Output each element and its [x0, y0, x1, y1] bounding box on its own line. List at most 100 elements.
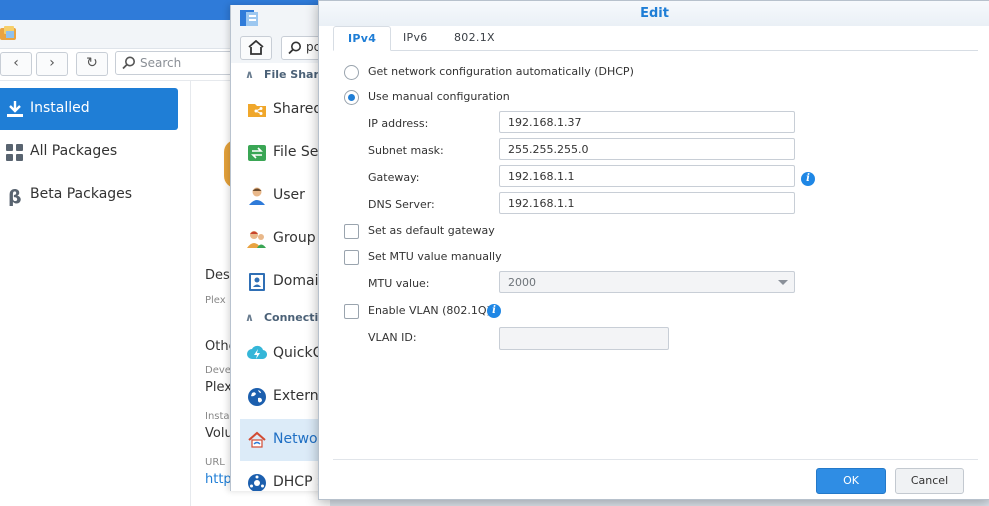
sidebar-item-installed[interactable]: Installed — [0, 88, 178, 130]
user-icon — [249, 187, 265, 205]
enable-vlan-label: Enable VLAN (802.1Q) — [368, 304, 491, 317]
sidebar-item-label: All Packages — [30, 143, 118, 159]
cp-item-label: Externa — [273, 388, 323, 404]
default-gateway-checkbox[interactable] — [344, 224, 359, 239]
cp-item-label: Group — [273, 230, 316, 246]
refresh-icon: ↻ — [86, 55, 98, 71]
description-text: Plex — [205, 295, 226, 306]
search-icon — [122, 56, 135, 70]
developer-value: Plex — [205, 380, 232, 395]
svg-text:β: β — [8, 186, 22, 206]
cp-item-domain[interactable]: Domain — [240, 261, 323, 303]
tab-ipv4[interactable]: IPv4 — [333, 26, 392, 51]
dialog-title: Edit — [319, 1, 989, 26]
section-label: File Shar — [263, 68, 319, 81]
mtu-manual-checkbox[interactable] — [344, 250, 359, 265]
control-panel-header: pc — [231, 5, 323, 63]
home-icon — [248, 40, 264, 55]
mtu-value-label: MTU value: — [368, 277, 430, 290]
package-center-logo-icon — [0, 26, 16, 40]
url-link[interactable]: http — [205, 472, 232, 487]
control-panel-search-input[interactable]: pc — [281, 36, 323, 60]
mtu-manual-label: Set MTU value manually — [368, 250, 502, 263]
refresh-button[interactable]: ↻ — [76, 52, 108, 76]
cp-item-label: Shared — [273, 101, 323, 117]
chevron-up-icon: ∧ — [245, 68, 254, 81]
manual-config-radio-label: Use manual configuration — [368, 90, 510, 103]
sidebar-item-beta-packages[interactable]: β Beta Packages — [0, 174, 178, 216]
download-icon — [7, 101, 23, 117]
mtu-value-select[interactable]: 2000 — [499, 271, 795, 293]
cp-item-network[interactable]: Networ — [240, 419, 323, 461]
vlan-info-icon[interactable]: i — [487, 304, 501, 318]
cp-item-external-access[interactable]: Externa — [240, 376, 323, 418]
tab-ipv6[interactable]: IPv6 — [389, 26, 442, 49]
dialog-footer-divider — [333, 459, 978, 460]
section-connectivity[interactable]: ∧ Connecti — [245, 311, 318, 324]
cp-item-label: Networ — [273, 431, 323, 447]
group-icon — [247, 231, 266, 248]
mtu-value-text: 2000 — [508, 276, 536, 289]
dns-server-input[interactable]: 192.168.1.1 — [499, 192, 795, 214]
quickconnect-icon — [247, 345, 267, 360]
section-file-sharing[interactable]: ∧ File Shar — [245, 68, 319, 81]
cp-item-label: QuickCo — [273, 345, 323, 361]
vlan-id-label: VLAN ID: — [368, 331, 417, 344]
installed-volume-label: Insta — [205, 411, 230, 422]
dialog-tab-bar: IPv4 IPv6 802.1X — [333, 26, 978, 51]
dhcp-radio-label: Get network configuration automatically … — [368, 65, 634, 78]
tab-802-1x[interactable]: 802.1X — [440, 26, 509, 49]
dns-server-label: DNS Server: — [368, 198, 435, 211]
gateway-label: Gateway: — [368, 171, 420, 184]
cp-item-user[interactable]: User — [240, 175, 323, 217]
shared-folder-icon — [248, 104, 266, 117]
edit-dialog: Edit IPv4 IPv6 802.1X Get network config… — [318, 0, 989, 500]
home-button[interactable] — [240, 36, 272, 60]
control-panel-logo-icon — [240, 10, 258, 26]
cancel-button[interactable]: Cancel — [895, 468, 964, 494]
domain-icon — [249, 273, 265, 291]
ip-address-label: IP address: — [368, 117, 429, 130]
sidebar-divider — [190, 80, 191, 506]
gateway-info-icon[interactable]: i — [801, 172, 815, 186]
control-panel-window: pc ∧ File Shar Shared File Ser User Grou… — [230, 5, 323, 491]
beta-icon: β — [8, 186, 22, 206]
installed-volume-value: Volu — [205, 426, 233, 441]
developer-label: Deve — [205, 365, 231, 376]
ip-address-input[interactable]: 192.168.1.37 — [499, 111, 795, 133]
dhcp-radio[interactable] — [344, 65, 359, 80]
chevron-down-icon — [778, 280, 788, 285]
cp-item-group[interactable]: Group — [240, 218, 323, 260]
back-button[interactable]: ‹ — [0, 52, 32, 76]
file-services-icon — [248, 145, 266, 161]
cp-item-label: File Ser — [273, 144, 323, 160]
search-placeholder: Search — [140, 56, 182, 70]
sidebar-item-label: Beta Packages — [30, 186, 133, 202]
search-icon — [288, 41, 301, 55]
forward-button[interactable]: › — [36, 52, 68, 76]
ok-button[interactable]: OK — [816, 468, 886, 494]
chevron-up-icon: ∧ — [245, 311, 254, 324]
enable-vlan-checkbox[interactable] — [344, 304, 359, 319]
cp-item-label: User — [273, 187, 305, 203]
subnet-mask-label: Subnet mask: — [368, 144, 444, 157]
grid-icon — [6, 144, 23, 161]
default-gateway-label: Set as default gateway — [368, 224, 495, 237]
cp-item-dhcp-server[interactable]: DHCP S — [240, 462, 323, 491]
vlan-id-input[interactable] — [499, 327, 669, 350]
url-label: URL — [205, 457, 225, 468]
network-icon — [248, 431, 266, 448]
sidebar-item-label: Installed — [30, 100, 90, 116]
cp-item-file-services[interactable]: File Ser — [240, 132, 323, 174]
gateway-input[interactable]: 192.168.1.1 — [499, 165, 795, 187]
dhcp-icon — [248, 474, 266, 491]
cp-item-quickconnect[interactable]: QuickCo — [240, 333, 323, 375]
subnet-mask-input[interactable]: 255.255.255.0 — [499, 138, 795, 160]
cp-item-shared-folder[interactable]: Shared — [240, 89, 323, 131]
sidebar-item-all-packages[interactable]: All Packages — [0, 131, 178, 173]
section-label: Connecti — [263, 311, 319, 324]
chevron-right-icon: › — [49, 55, 55, 71]
manual-config-radio[interactable] — [344, 90, 359, 105]
cp-item-label: Domain — [273, 273, 323, 289]
chevron-left-icon: ‹ — [13, 55, 19, 71]
